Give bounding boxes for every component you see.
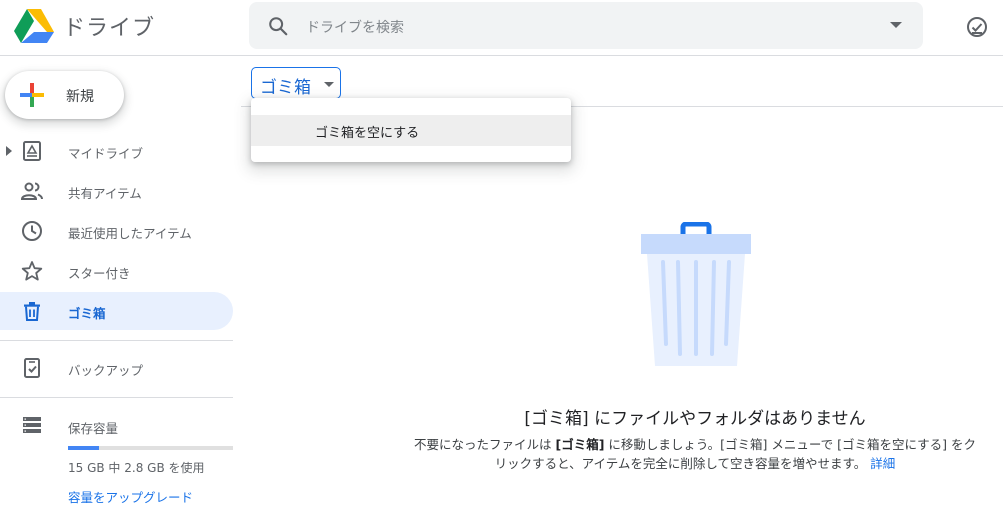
empty-trash-illustration (641, 222, 751, 366)
storage-progress-fill (68, 446, 100, 450)
top-bar: ドライブ ドライブを検索 (0, 0, 1003, 56)
search-icon[interactable] (267, 15, 289, 37)
search-options-caret-icon[interactable] (889, 20, 903, 30)
plus-icon (20, 83, 44, 107)
new-button[interactable]: 新規 (5, 71, 124, 119)
offline-ready-icon[interactable] (965, 15, 989, 39)
trash-menu-dropdown[interactable]: ゴミ箱 (251, 67, 341, 99)
sidebar-item-my-drive[interactable]: マイドライブ (0, 132, 233, 170)
app-title[interactable]: ドライブ (63, 10, 155, 42)
sidebar-item-label: ゴミ箱 (68, 306, 106, 321)
sidebar-item-trash[interactable]: ゴミ箱 (0, 292, 233, 330)
upgrade-storage-link[interactable]: 容量をアップグレード (68, 487, 193, 506)
empty-state-text: 不要になったファイルは (414, 437, 556, 452)
learn-more-link[interactable]: 詳細 (870, 456, 895, 471)
sidebar-item-label: スター付き (68, 266, 131, 281)
sidebar-item-backup[interactable]: バックアップ (0, 349, 233, 387)
sidebar-item-starred[interactable]: スター付き (0, 252, 233, 290)
sidebar-item-recent[interactable]: 最近使用したアイテム (0, 212, 233, 250)
empty-state-title: [ゴミ箱] にファイルやフォルダはありません (524, 409, 866, 429)
empty-state-bold-text: [ゴミ箱] (555, 437, 605, 452)
storage-progress-bar (68, 446, 233, 450)
search-input[interactable]: ドライブを検索 (306, 17, 404, 37)
sidebar-item-label: バックアップ (68, 363, 144, 378)
sidebar-divider (0, 340, 233, 341)
empty-state-description: 不要になったファイルは [ゴミ箱] に移動しましょう。[ゴミ箱] メニューで [… (414, 435, 976, 473)
sidebar-item-label: 共有アイテム (68, 186, 142, 201)
backup-icon (24, 358, 40, 378)
trash-context-menu: ゴミ箱を空にする (251, 98, 571, 162)
trash-dropdown-label: ゴミ箱 (260, 78, 311, 98)
star-icon (21, 261, 43, 281)
new-button-label: 新規 (66, 89, 94, 105)
empty-trash-menu-item[interactable]: ゴミ箱を空にする (251, 115, 571, 146)
recent-icon (22, 221, 42, 241)
expand-arrow-icon[interactable] (6, 146, 12, 156)
drive-logo-icon[interactable] (14, 8, 54, 44)
storage-icon (23, 417, 41, 433)
trash-icon (24, 302, 40, 321)
search-bar[interactable]: ドライブを検索 (249, 2, 923, 49)
sidebar-item-label: 最近使用したアイテム (68, 226, 192, 241)
menu-item-label: ゴミ箱を空にする (315, 126, 420, 141)
storage-usage-text: 15 GB 中 2.8 GB を使用 (68, 461, 205, 475)
shared-icon (21, 182, 43, 200)
my-drive-icon (23, 141, 41, 161)
sidebar-item-label: マイドライブ (68, 146, 144, 161)
sidebar-item-shared[interactable]: 共有アイテム (0, 172, 233, 210)
sidebar-divider (0, 397, 233, 398)
chevron-down-icon (324, 82, 334, 87)
storage-title[interactable]: 保存容量 (68, 418, 118, 437)
